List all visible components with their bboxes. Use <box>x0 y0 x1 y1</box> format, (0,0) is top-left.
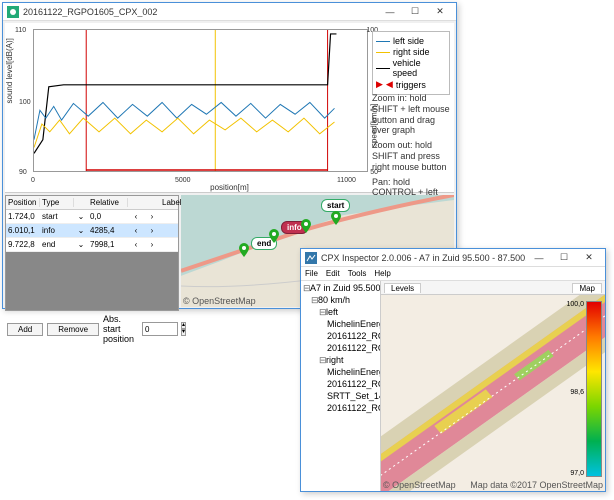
chevron-down-icon[interactable]: ⌄ <box>74 240 88 249</box>
arrow-right-icon[interactable]: › <box>144 240 160 249</box>
tree-node: SRTT_Set_14_right <box>303 391 378 403</box>
trigger-icon: ▶ <box>376 79 383 90</box>
tree-node: 20161122_RGPO1605_CPX <box>303 379 378 391</box>
app-icon <box>7 6 19 18</box>
chart-plot[interactable] <box>33 29 368 172</box>
win1-titlebar[interactable]: 20161122_RGPO1605_CPX_002 — ☐ ✕ <box>3 3 456 21</box>
arrow-right-icon[interactable]: › <box>144 226 160 235</box>
header-position: Position <box>6 198 40 207</box>
legend-swatch <box>376 68 390 69</box>
tree-node: ⊟right <box>303 355 378 367</box>
scale-mid: 98,6 <box>570 389 584 396</box>
menu-tools[interactable]: Tools <box>348 269 367 278</box>
map-credit-left: © OpenStreetMap <box>183 296 256 306</box>
legend-swatch <box>376 52 390 53</box>
tree-node: 20161122_RGPO1605_CPX <box>303 343 378 355</box>
header-type: Type <box>40 198 74 207</box>
tree-node: ⊟A7 in Zuid 95.500 - 87.500 <box>303 283 378 295</box>
tab-map[interactable]: Map <box>572 283 602 293</box>
table-header-row: Position Type Relative Label <box>6 196 178 210</box>
y-left-tick: 110 <box>15 27 26 34</box>
tree-node: ⊟left <box>303 307 378 319</box>
trigger-icon: ◀ <box>386 79 393 90</box>
tree-node: MichelinEnergy_Set_3_right <box>303 367 378 379</box>
scale-max: 100,0 <box>566 301 584 308</box>
legend-left: left side <box>393 36 424 46</box>
close-button[interactable]: ✕ <box>577 251 601 265</box>
color-gradient <box>586 301 602 477</box>
map-credit-left: © OpenStreetMap <box>383 480 456 490</box>
spin-down-icon[interactable]: ▾ <box>181 329 186 336</box>
tree-node: 20161122_RGPO1605_CPX <box>303 331 378 343</box>
scale-min: 97,0 <box>570 470 584 477</box>
maximize-button[interactable]: ☐ <box>552 251 576 265</box>
win2-title: CPX Inspector 2.0.006 - A7 in Zuid 95.50… <box>321 253 526 263</box>
tree-node: ⊟80 km/h <box>303 295 378 307</box>
x-tick: 5000 <box>175 177 191 184</box>
legend-speed: vehicle speed <box>393 58 446 78</box>
inspector-window: CPX Inspector 2.0.006 - A7 in Zuid 95.50… <box>300 248 606 492</box>
menu-file[interactable]: File <box>305 269 318 278</box>
table-row[interactable]: 1.724,0 start ⌄ 0,0 ‹ › <box>6 210 178 224</box>
menu-help[interactable]: Help <box>374 269 390 278</box>
tab-levels[interactable]: Levels <box>384 283 421 293</box>
minimize-button[interactable]: — <box>378 5 402 19</box>
map-pin-icon[interactable] <box>239 243 249 257</box>
table-empty-area <box>6 252 178 310</box>
tree-node: 20161122_RGPO1605_CPX <box>303 403 378 415</box>
position-table[interactable]: Position Type Relative Label 1.724,0 sta… <box>5 195 179 311</box>
add-button[interactable]: Add <box>7 323 43 336</box>
chart-legend: left side right side vehicle speed ▶◀tri… <box>372 31 450 95</box>
arrow-left-icon[interactable]: ‹ <box>128 226 144 235</box>
arrow-left-icon[interactable]: ‹ <box>128 212 144 221</box>
menubar: File Edit Tools Help <box>301 267 605 281</box>
app-icon <box>305 252 317 264</box>
header-relative: Relative <box>88 198 128 207</box>
legend-swatch <box>376 41 390 42</box>
win1-title: 20161122_RGPO1605_CPX_002 <box>23 7 377 17</box>
chart-area[interactable]: 90 100 110 50 100 0 5000 11000 position[… <box>5 23 454 193</box>
map-pin-icon[interactable] <box>331 211 341 225</box>
close-button[interactable]: ✕ <box>428 5 452 19</box>
map-pin-icon[interactable] <box>269 229 279 243</box>
table-row[interactable]: 9.722,8 end ⌄ 7998,1 ‹ › <box>6 238 178 252</box>
menu-edit[interactable]: Edit <box>326 269 340 278</box>
x-axis-label: position[m] <box>210 183 249 192</box>
expand-icon[interactable]: ⊟ <box>319 355 326 366</box>
x-tick: 0 <box>31 177 35 184</box>
remove-button[interactable]: Remove <box>47 323 99 336</box>
chevron-down-icon[interactable]: ⌄ <box>74 226 88 235</box>
y-left-tick: 90 <box>19 169 27 176</box>
legend-triggers: triggers <box>396 80 426 90</box>
maximize-button[interactable]: ☐ <box>403 5 427 19</box>
win2-titlebar[interactable]: CPX Inspector 2.0.006 - A7 in Zuid 95.50… <box>301 249 605 267</box>
x-tick: 11000 <box>337 177 356 184</box>
help-zoom-out: Zoom out: hold SHIFT and press right mou… <box>372 140 450 172</box>
spin-up-icon[interactable]: ▴ <box>181 322 186 329</box>
detail-map[interactable]: Levels Map 100,0 98,6 97,0 <box>381 281 605 491</box>
map-credit-right: Map data ©2017 OpenStreetMap <box>470 480 603 490</box>
abs-start-spinner[interactable]: ▴ ▾ <box>181 322 186 336</box>
y-left-axis-label: sound level[dB(A)] <box>5 38 14 103</box>
chevron-down-icon[interactable]: ⌄ <box>74 212 88 221</box>
arrow-left-icon[interactable]: ‹ <box>128 240 144 249</box>
abs-start-input[interactable] <box>142 322 178 336</box>
tree-node: MichelinEnergy_Set_3_left <box>303 319 378 331</box>
arrow-right-icon[interactable]: › <box>144 212 160 221</box>
y-left-tick: 100 <box>19 99 31 106</box>
help-zoom-in: Zoom in: hold SHIFT + left mouse button … <box>372 93 450 136</box>
legend-right: right side <box>393 47 430 57</box>
map-pin-icon[interactable] <box>301 219 311 233</box>
table-row[interactable]: 6.010,1 info ⌄ 4285,4 ‹ › <box>6 224 178 238</box>
expand-icon[interactable]: ⊟ <box>311 295 318 306</box>
expand-icon[interactable]: ⊟ <box>303 283 310 294</box>
project-tree[interactable]: ⊟A7 in Zuid 95.500 - 87.500 ⊟80 km/h ⊟le… <box>301 281 381 491</box>
color-scale: 100,0 98,6 97,0 <box>586 301 602 477</box>
abs-start-label: Abs. start position <box>103 314 139 344</box>
minimize-button[interactable]: — <box>527 251 551 265</box>
expand-icon[interactable]: ⊟ <box>319 307 326 318</box>
